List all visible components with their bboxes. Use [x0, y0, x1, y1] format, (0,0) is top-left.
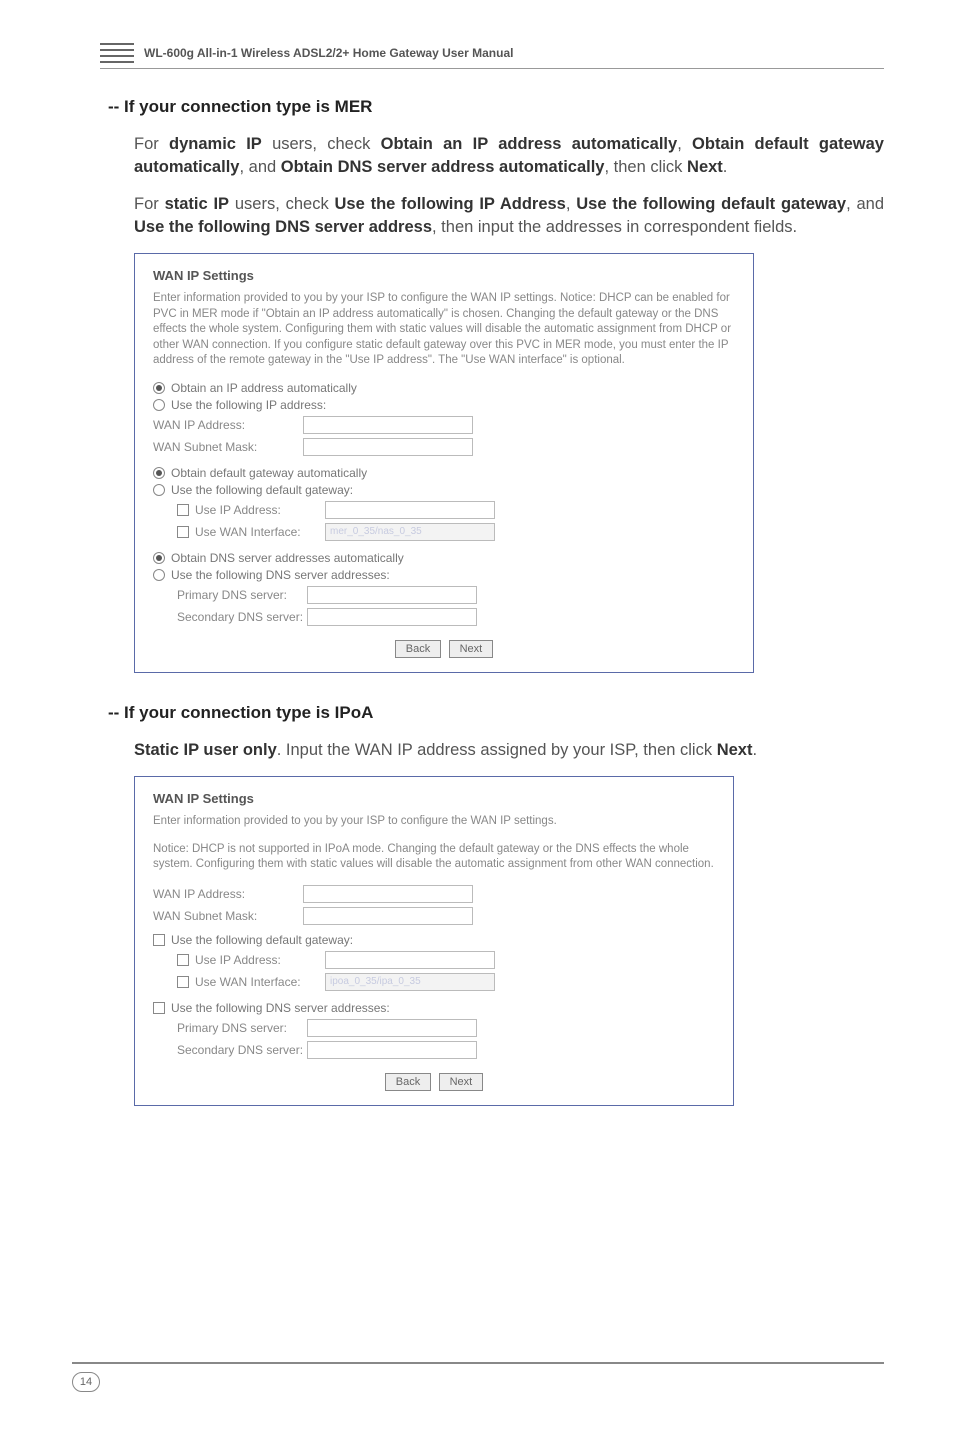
radio-icon	[153, 399, 165, 411]
radio-icon	[153, 484, 165, 496]
checkbox-icon[interactable]	[177, 976, 189, 988]
primary-dns-input[interactable]	[307, 586, 477, 604]
panel-title: WAN IP Settings	[153, 791, 715, 806]
primary-dns-input[interactable]	[307, 1019, 477, 1037]
secondary-dns-input[interactable]	[307, 608, 477, 626]
next-button[interactable]: Next	[439, 1073, 484, 1091]
primary-dns-label: Primary DNS server:	[177, 588, 307, 602]
wan-subnet-input[interactable]	[303, 907, 473, 925]
secondary-dns-input[interactable]	[307, 1041, 477, 1059]
paragraph-mer-dynamic: For dynamic IP users, check Obtain an IP…	[134, 133, 884, 179]
radio-obtain-dns-auto[interactable]: Obtain DNS server addresses automaticall…	[153, 551, 735, 565]
radio-icon	[153, 467, 165, 479]
radio-obtain-gateway-auto[interactable]: Obtain default gateway automatically	[153, 466, 735, 480]
back-button[interactable]: Back	[395, 640, 441, 658]
wan-subnet-label: WAN Subnet Mask:	[153, 909, 303, 923]
checkbox-icon[interactable]	[177, 504, 189, 516]
wan-ip-label: WAN IP Address:	[153, 887, 303, 901]
gateway-ip-input[interactable]	[325, 501, 495, 519]
wan-ip-settings-panel-mer: WAN IP Settings Enter information provid…	[134, 253, 754, 673]
checkbox-use-following-dns[interactable]: Use the following DNS server addresses:	[153, 1001, 715, 1015]
wan-subnet-label: WAN Subnet Mask:	[153, 440, 303, 454]
primary-dns-label: Primary DNS server:	[177, 1021, 307, 1035]
gateway-ip-input[interactable]	[325, 951, 495, 969]
next-button[interactable]: Next	[449, 640, 494, 658]
header-title: WL-600g All-in-1 Wireless ADSL2/2+ Home …	[144, 46, 513, 60]
manual-header: WL-600g All-in-1 Wireless ADSL2/2+ Home …	[100, 40, 884, 69]
paragraph-mer-static: For static IP users, check Use the follo…	[134, 193, 884, 239]
panel-description-1: Enter information provided to you by you…	[153, 814, 715, 830]
panel-title: WAN IP Settings	[153, 268, 735, 283]
back-button[interactable]: Back	[385, 1073, 431, 1091]
radio-icon	[153, 382, 165, 394]
wan-ip-input[interactable]	[303, 416, 473, 434]
section-heading-ipoa: -- If your connection type is IPoA	[108, 703, 884, 723]
checkbox-icon[interactable]	[177, 526, 189, 538]
use-ip-label: Use IP Address:	[195, 503, 325, 517]
checkbox-icon	[153, 1002, 165, 1014]
checkbox-icon	[153, 934, 165, 946]
secondary-dns-label: Secondary DNS server:	[177, 610, 307, 624]
checkbox-use-following-gateway[interactable]: Use the following default gateway:	[153, 933, 715, 947]
wan-ip-settings-panel-ipoa: WAN IP Settings Enter information provid…	[134, 776, 734, 1106]
panel-description: Enter information provided to you by you…	[153, 291, 735, 369]
page-footer: 14	[72, 1362, 884, 1392]
wan-subnet-input[interactable]	[303, 438, 473, 456]
wan-interface-select[interactable]: ipoa_0_35/ipa_0_35	[325, 973, 495, 991]
use-wan-interface-label: Use WAN Interface:	[195, 975, 325, 989]
radio-icon	[153, 552, 165, 564]
paragraph-ipoa: Static IP user only. Input the WAN IP ad…	[134, 739, 884, 762]
use-wan-interface-label: Use WAN Interface:	[195, 525, 325, 539]
wan-ip-label: WAN IP Address:	[153, 418, 303, 432]
use-ip-label: Use IP Address:	[195, 953, 325, 967]
radio-use-following-dns[interactable]: Use the following DNS server addresses:	[153, 568, 735, 582]
radio-icon	[153, 569, 165, 581]
wan-ip-input[interactable]	[303, 885, 473, 903]
radio-use-following-gateway[interactable]: Use the following default gateway:	[153, 483, 735, 497]
radio-use-following-ip[interactable]: Use the following IP address:	[153, 398, 735, 412]
wan-interface-select[interactable]: mer_0_35/nas_0_35	[325, 523, 495, 541]
secondary-dns-label: Secondary DNS server:	[177, 1043, 307, 1057]
logo-icon	[100, 43, 134, 63]
checkbox-icon[interactable]	[177, 954, 189, 966]
section-heading-mer: -- If your connection type is MER	[108, 97, 884, 117]
radio-obtain-ip-auto[interactable]: Obtain an IP address automatically	[153, 381, 735, 395]
page-number: 14	[72, 1372, 100, 1392]
panel-description-2: Notice: DHCP is not supported in IPoA mo…	[153, 842, 715, 873]
